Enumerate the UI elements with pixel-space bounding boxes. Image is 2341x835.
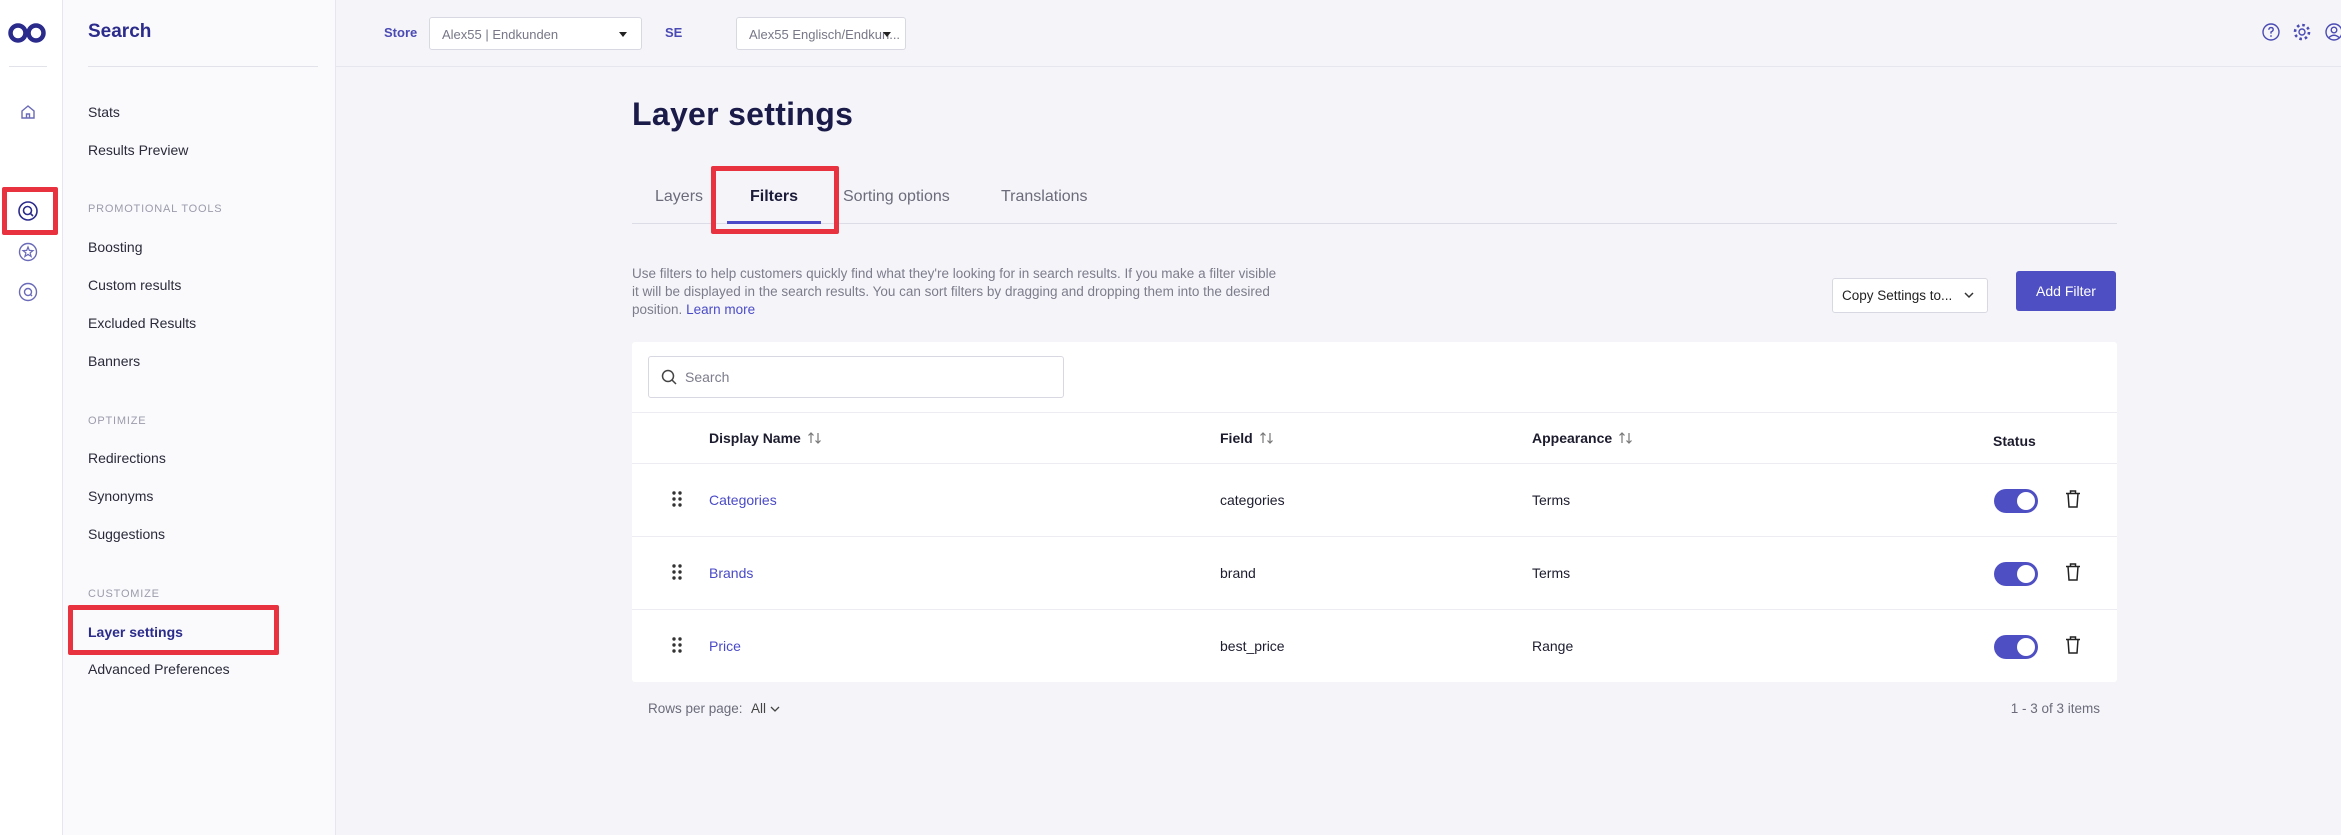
active-tab-indicator (727, 221, 821, 224)
delete-trash-icon[interactable] (2064, 635, 2082, 655)
filter-field: best_price (1220, 638, 1285, 654)
filters-table-card: Display Name Field Appearance Status Cat… (632, 342, 2117, 682)
sidebar-item-results-preview[interactable]: Results Preview (88, 142, 188, 158)
learn-more-link[interactable]: Learn more (686, 302, 755, 317)
sidebar-item-advanced-preferences[interactable]: Advanced Preferences (88, 661, 230, 677)
section-promotional-tools: PROMOTIONAL TOOLS (88, 203, 223, 215)
filter-field: categories (1220, 492, 1285, 508)
sidebar-item-boosting[interactable]: Boosting (88, 239, 142, 255)
table-search-input[interactable] (685, 366, 1055, 388)
search-sidebar: Search Stats Results Preview PROMOTIONAL… (63, 0, 336, 835)
sidebar-item-suggestions[interactable]: Suggestions (88, 526, 165, 542)
sidebar-title: Search (88, 21, 152, 42)
drag-handle-icon[interactable] (670, 489, 684, 509)
sort-icon (807, 432, 821, 444)
tab-sorting-options[interactable]: Sorting options (843, 188, 950, 206)
store-label: Store (384, 25, 418, 40)
sort-icon (1619, 432, 1633, 444)
filter-name-link[interactable]: Price (709, 638, 741, 654)
filter-name-link[interactable]: Brands (709, 565, 753, 581)
caret-down-icon (619, 32, 627, 37)
filter-appearance: Terms (1532, 492, 1571, 508)
sort-icon (1259, 432, 1273, 444)
toggle-knob (2017, 492, 2035, 510)
table-row: Brands brand Terms (632, 537, 2117, 610)
page-title: Layer settings (632, 96, 854, 132)
filters-description: Use filters to help customers quickly fi… (632, 265, 1282, 319)
search-icon (661, 369, 677, 385)
tab-filters[interactable]: Filters (750, 188, 798, 206)
search-engine-select[interactable]: Alex55 Englisch/Endkun... (736, 17, 906, 50)
sidebar-item-layer-settings[interactable]: Layer settings (88, 624, 183, 640)
help-icon[interactable] (2261, 22, 2281, 42)
chat-module-icon[interactable] (16, 280, 40, 304)
column-appearance[interactable]: Appearance (1532, 430, 1634, 446)
top-bar: Store Alex55 | Endkunden SE Alex55 Engli… (336, 0, 2341, 67)
section-customize: CUSTOMIZE (88, 588, 160, 600)
column-display-name[interactable]: Display Name (709, 430, 823, 446)
store-select[interactable]: Alex55 | Endkunden (429, 17, 642, 50)
toggle-knob (2017, 638, 2035, 656)
se-label: SE (665, 25, 683, 40)
caret-down-icon (883, 32, 891, 37)
toggle-knob (2017, 565, 2035, 583)
column-field[interactable]: Field (1220, 430, 1275, 446)
delete-trash-icon[interactable] (2064, 489, 2082, 509)
filter-appearance: Range (1532, 638, 1574, 654)
search-module-icon[interactable] (16, 199, 40, 223)
table-row: Price best_price Range (632, 610, 2117, 683)
copy-settings-label: Copy Settings to... (1842, 288, 1953, 303)
rail-divider (9, 66, 47, 67)
table-header: Display Name Field Appearance Status (632, 412, 2117, 464)
sidebar-item-excluded-results[interactable]: Excluded Results (88, 315, 196, 331)
sidebar-item-redirections[interactable]: Redirections (88, 450, 166, 466)
chevron-down-icon (1964, 292, 1974, 299)
app-logo-icon[interactable] (8, 22, 46, 44)
chevron-down-icon (770, 706, 780, 712)
tab-translations[interactable]: Translations (1001, 188, 1088, 206)
sidebar-item-synonyms[interactable]: Synonyms (88, 488, 153, 504)
delete-trash-icon[interactable] (2064, 562, 2082, 582)
column-status: Status (1993, 433, 2036, 449)
sidebar-item-banners[interactable]: Banners (88, 353, 140, 369)
icon-rail (0, 0, 63, 835)
table-row: Categories categories Terms (632, 464, 2117, 537)
rows-per-page-value: All (751, 701, 767, 716)
table-search-box (648, 356, 1064, 398)
status-toggle[interactable] (1994, 562, 2038, 586)
user-profile-icon[interactable] (2324, 22, 2341, 42)
copy-settings-dropdown[interactable]: Copy Settings to... (1832, 278, 1988, 313)
sidebar-item-custom-results[interactable]: Custom results (88, 277, 181, 293)
pagination-count: 1 - 3 of 3 items (2010, 701, 2100, 716)
status-toggle[interactable] (1994, 635, 2038, 659)
star-module-icon[interactable] (16, 240, 40, 264)
add-filter-button[interactable]: Add Filter (2016, 271, 2116, 311)
rows-per-page-label: Rows per page: (648, 701, 743, 716)
settings-gear-icon[interactable] (2292, 22, 2312, 42)
filter-name-link[interactable]: Categories (709, 492, 777, 508)
search-engine-select-value: Alex55 Englisch/Endkun... (749, 27, 901, 42)
rows-per-page-select[interactable]: All (751, 701, 781, 716)
settings-tabs: Layers Filters Sorting options Translati… (632, 170, 2117, 224)
status-toggle[interactable] (1994, 489, 2038, 513)
tab-layers[interactable]: Layers (655, 188, 703, 206)
filter-appearance: Terms (1532, 565, 1571, 581)
column-field-label: Field (1220, 430, 1253, 446)
drag-handle-icon[interactable] (670, 635, 684, 655)
sidebar-item-stats[interactable]: Stats (88, 104, 120, 120)
sidebar-divider (88, 66, 318, 67)
column-appearance-label: Appearance (1532, 430, 1613, 446)
drag-handle-icon[interactable] (670, 562, 684, 582)
filter-field: brand (1220, 565, 1256, 581)
home-icon[interactable] (16, 100, 40, 124)
column-display-name-label: Display Name (709, 430, 801, 446)
section-optimize: OPTIMIZE (88, 415, 147, 427)
store-select-value: Alex55 | Endkunden (442, 27, 559, 42)
